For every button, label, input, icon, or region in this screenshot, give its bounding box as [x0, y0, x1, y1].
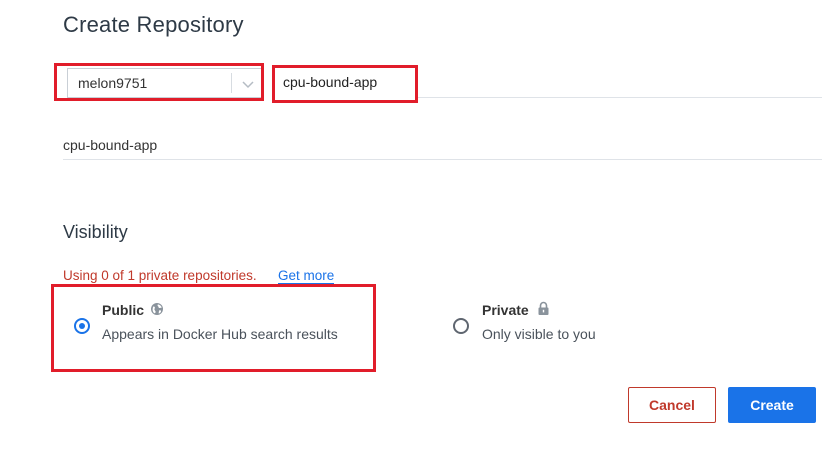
get-more-link[interactable]: Get more	[278, 268, 335, 285]
private-repo-usage-text: Using 0 of 1 private repositories.	[63, 268, 257, 283]
public-option-highlight-box	[51, 284, 376, 372]
repository-name-highlight-box	[272, 65, 418, 103]
lock-icon	[538, 301, 549, 315]
private-option-title[interactable]: Private	[482, 302, 529, 318]
description-input[interactable]: cpu-bound-app	[63, 137, 157, 153]
repository-name-underline	[416, 97, 822, 98]
visibility-heading: Visibility	[63, 222, 128, 242]
cancel-button[interactable]: Cancel	[628, 387, 716, 423]
private-radio[interactable]	[453, 318, 469, 334]
page-title: Create Repository	[63, 12, 244, 37]
namespace-highlight-box	[54, 63, 264, 101]
description-underline	[63, 159, 822, 160]
private-option-description: Only visible to you	[482, 326, 596, 342]
create-button[interactable]: Create	[728, 387, 816, 423]
